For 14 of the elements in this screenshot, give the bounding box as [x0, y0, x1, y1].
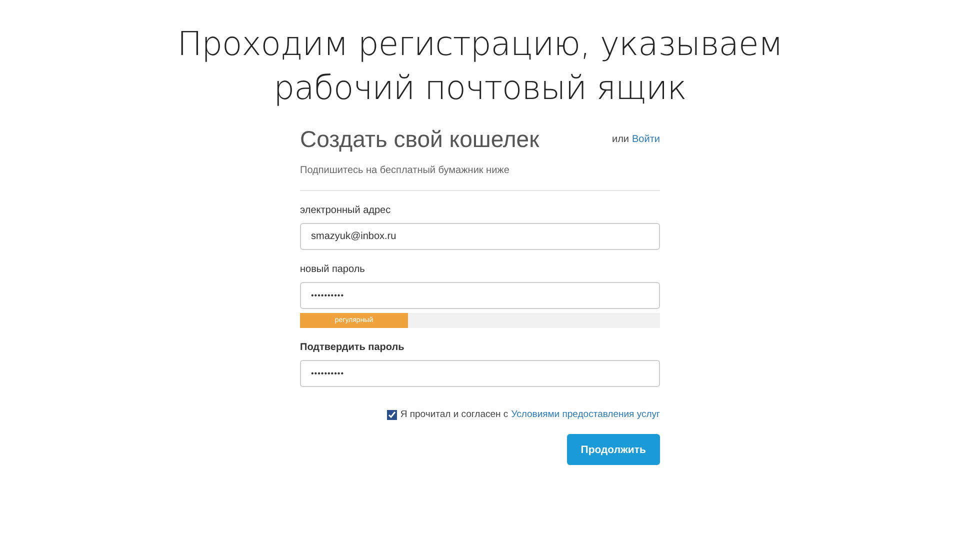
field-label: Подтвердить пароль	[300, 342, 406, 353]
field-label: новый пароль	[300, 264, 366, 275]
email-field[interactable]: smazyuk@inbox.ru	[300, 223, 660, 250]
login-link[interactable]: Войти	[632, 134, 660, 145]
password-field[interactable]: ••••••••••	[300, 282, 660, 309]
agree-text: Я прочитал и согласен с	[400, 409, 508, 420]
slide-title: Проходим регистрацию, указываем рабочий почтовый ящик	[177, 23, 783, 109]
field-label: электронный адрес	[300, 205, 392, 216]
alt-prefix: или	[612, 134, 630, 145]
form-subtitle: Подпишитесь на бесплатный бумажник ниже	[300, 165, 660, 191]
password-field[interactable]: ••••••••••	[300, 360, 660, 387]
terms-link[interactable]: Условиями предоставления услуг	[511, 409, 660, 420]
form-title: Создать свой кошелек	[300, 126, 540, 153]
agree-checkbox[interactable]	[387, 410, 398, 420]
